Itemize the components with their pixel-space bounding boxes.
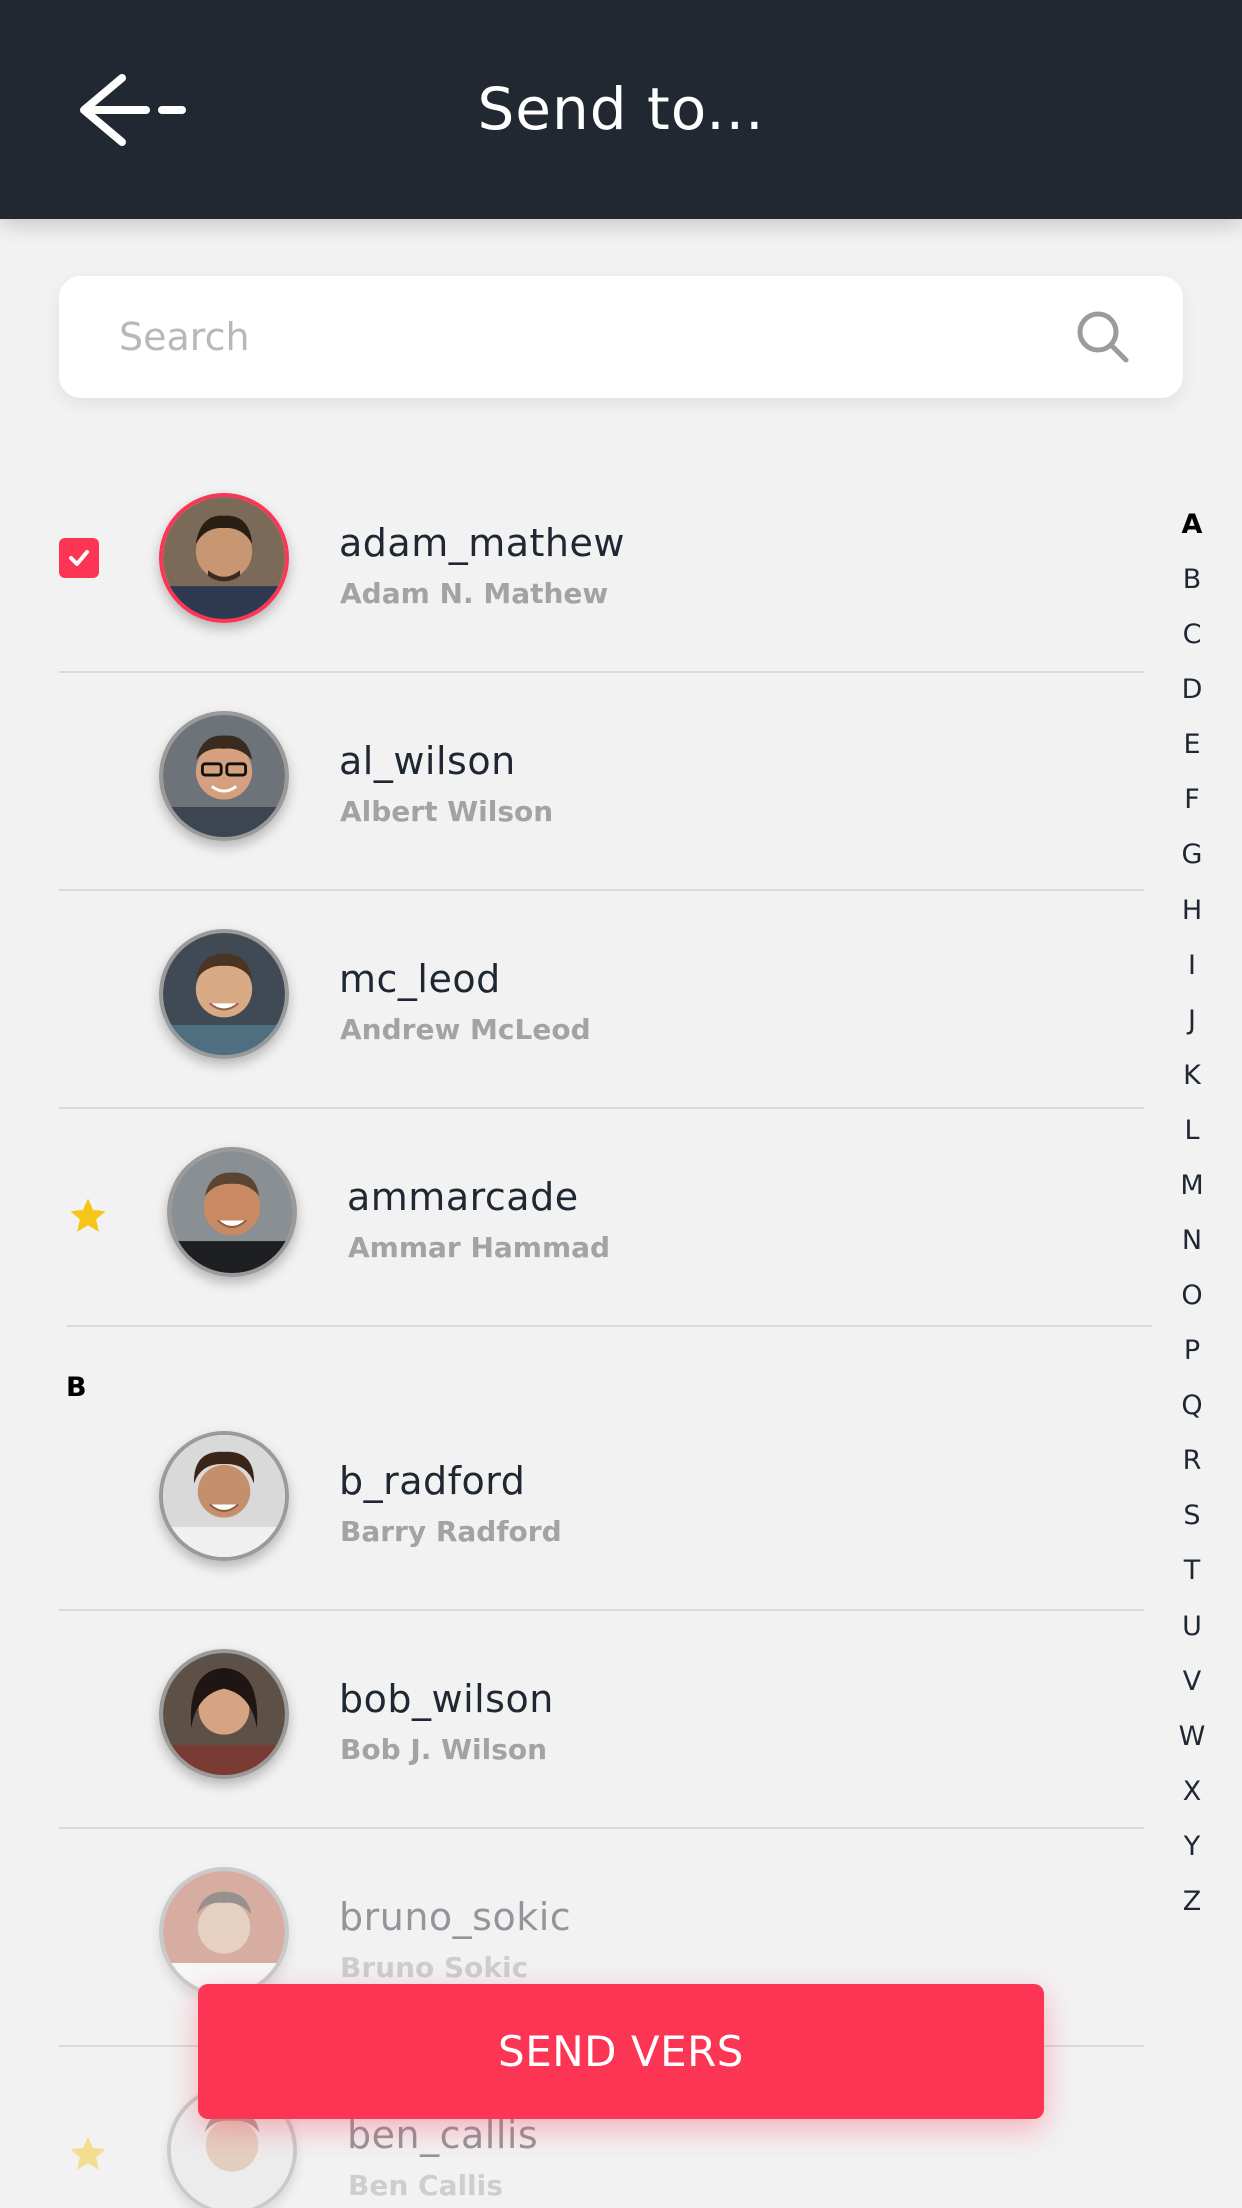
search-input[interactable]	[119, 276, 1059, 398]
alphabet-index: A B C D E F G H I J K L M N O P Q R S T …	[1166, 505, 1218, 1937]
contact-fullname: Barry Radford	[340, 1515, 562, 1548]
contact-username: ben_callis	[347, 2113, 539, 2157]
contact-username: al_wilson	[339, 739, 516, 783]
contact-username: adam_mathew	[339, 521, 625, 565]
contact-fullname: Bruno Sokic	[340, 1951, 529, 1984]
alpha-index-letter[interactable]: P	[1166, 1331, 1218, 1386]
avatar	[159, 493, 289, 623]
contact-fullname: Adam N. Mathew	[340, 577, 609, 610]
alpha-index-letter[interactable]: U	[1166, 1607, 1218, 1662]
arrow-left-icon	[80, 74, 186, 146]
back-button[interactable]	[72, 70, 192, 150]
alpha-index-letter[interactable]: H	[1166, 891, 1218, 946]
contact-row[interactable]: mc_leod Andrew McLeod	[59, 891, 1144, 1109]
avatar	[159, 1867, 289, 1997]
alpha-index-letter[interactable]: T	[1166, 1551, 1218, 1606]
contact-fullname: Ben Callis	[348, 2169, 503, 2202]
star-icon	[70, 1198, 106, 1232]
alpha-index-letter[interactable]: O	[1166, 1276, 1218, 1331]
search-icon[interactable]	[1075, 309, 1131, 365]
contact-fullname: Andrew McLeod	[340, 1013, 591, 1046]
contact-row[interactable]: adam_mathew Adam N. Mathew	[59, 455, 1144, 673]
alpha-index-letter[interactable]: S	[1166, 1496, 1218, 1551]
avatar	[159, 1431, 289, 1561]
alpha-index-letter[interactable]: Z	[1166, 1882, 1218, 1937]
contact-row[interactable]: bob_wilson Bob J. Wilson	[59, 1611, 1144, 1829]
contact-row[interactable]: al_wilson Albert Wilson	[59, 673, 1144, 891]
star-icon	[70, 2136, 106, 2170]
alpha-index-letter[interactable]: K	[1166, 1056, 1218, 1111]
alpha-index-letter[interactable]: V	[1166, 1662, 1218, 1717]
alpha-index-letter[interactable]: R	[1166, 1441, 1218, 1496]
contact-fullname: Bob J. Wilson	[340, 1733, 548, 1766]
alpha-index-letter[interactable]: B	[1166, 560, 1218, 615]
alpha-index-letter[interactable]: I	[1166, 946, 1218, 1001]
avatar	[167, 1147, 297, 1277]
alpha-index-letter[interactable]: F	[1166, 780, 1218, 835]
selection-checkbox[interactable]	[59, 538, 99, 578]
alpha-index-letter[interactable]: Y	[1166, 1827, 1218, 1882]
search-bar	[59, 276, 1183, 398]
top-bar: Send to...	[0, 0, 1242, 219]
alpha-index-letter[interactable]: A	[1166, 505, 1218, 560]
contact-row[interactable]: b_radford Barry Radford	[59, 1393, 1144, 1611]
alpha-index-letter[interactable]: E	[1166, 725, 1218, 780]
contact-row[interactable]: ammarcade Ammar Hammad	[67, 1109, 1152, 1327]
check-icon	[69, 550, 89, 566]
send-button[interactable]: SEND VERS	[198, 1984, 1044, 2119]
contact-username: bruno_sokic	[339, 1895, 572, 1939]
contact-username: bob_wilson	[339, 1677, 554, 1721]
alpha-index-letter[interactable]: J	[1166, 1001, 1218, 1056]
avatar	[159, 929, 289, 1059]
contact-username: b_radford	[339, 1459, 526, 1503]
alpha-index-letter[interactable]: Q	[1166, 1386, 1218, 1441]
alpha-index-letter[interactable]: D	[1166, 670, 1218, 725]
avatar	[159, 711, 289, 841]
contact-fullname: Albert Wilson	[340, 795, 554, 828]
alpha-index-letter[interactable]: L	[1166, 1111, 1218, 1166]
alpha-index-letter[interactable]: W	[1166, 1717, 1218, 1772]
alpha-index-letter[interactable]: G	[1166, 835, 1218, 890]
avatar	[159, 1649, 289, 1779]
alpha-index-letter[interactable]: C	[1166, 615, 1218, 670]
contact-username: ammarcade	[347, 1175, 579, 1219]
contact-username: mc_leod	[339, 957, 501, 1001]
contact-fullname: Ammar Hammad	[348, 1231, 611, 1264]
alpha-index-letter[interactable]: M	[1166, 1166, 1218, 1221]
alpha-index-letter[interactable]: X	[1166, 1772, 1218, 1827]
alpha-index-letter[interactable]: N	[1166, 1221, 1218, 1276]
